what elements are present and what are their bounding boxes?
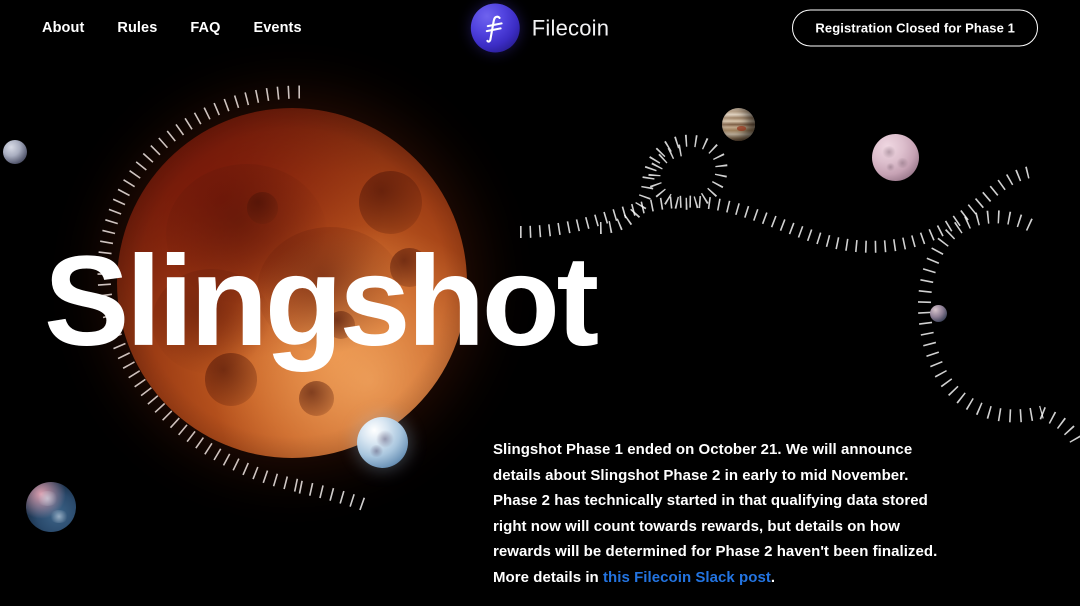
intro-paragraph-tail: . xyxy=(770,568,776,586)
intro-paragraph: Slingshot Phase 1 ended on October 21. W… xyxy=(493,437,953,590)
main-nav: About Rules FAQ Events xyxy=(42,21,302,36)
pink-moon-planet xyxy=(872,134,919,181)
earth-planet xyxy=(26,482,76,532)
registration-status-button[interactable]: Registration Closed for Phase 1 xyxy=(792,9,1038,47)
orbit-sweep-top xyxy=(599,134,728,234)
orbit-arc-lower-left xyxy=(298,480,371,513)
brand-name: Filecoin xyxy=(531,15,610,40)
intro-content: Slingshot Phase 1 ended on October 21. W… xyxy=(493,437,953,606)
nav-item-about[interactable]: About xyxy=(42,21,84,36)
small-moon-planet xyxy=(930,305,947,322)
orbit-sweep-lower xyxy=(519,166,1032,253)
page-root: About Rules FAQ Events Filecoin Registra… xyxy=(0,0,1080,606)
brand-logo[interactable]: Filecoin xyxy=(470,3,610,53)
nav-item-events[interactable]: Events xyxy=(253,21,301,36)
filecoin-logo-icon xyxy=(470,3,520,53)
filecoin-slack-post-link[interactable]: this Filecoin Slack post xyxy=(603,569,771,586)
orbit-loop-right-outer xyxy=(1039,406,1080,447)
nav-item-faq[interactable]: FAQ xyxy=(190,21,220,36)
site-header: About Rules FAQ Events Filecoin Registra… xyxy=(0,0,1080,56)
nav-item-rules[interactable]: Rules xyxy=(117,21,157,36)
jupiter-planet xyxy=(722,108,755,141)
ice-planet xyxy=(357,417,408,468)
grey-moon-planet xyxy=(3,140,27,164)
intro-paragraph-text: Slingshot Phase 1 ended on October 21. W… xyxy=(493,441,938,586)
page-title: Slingshot xyxy=(44,230,599,373)
